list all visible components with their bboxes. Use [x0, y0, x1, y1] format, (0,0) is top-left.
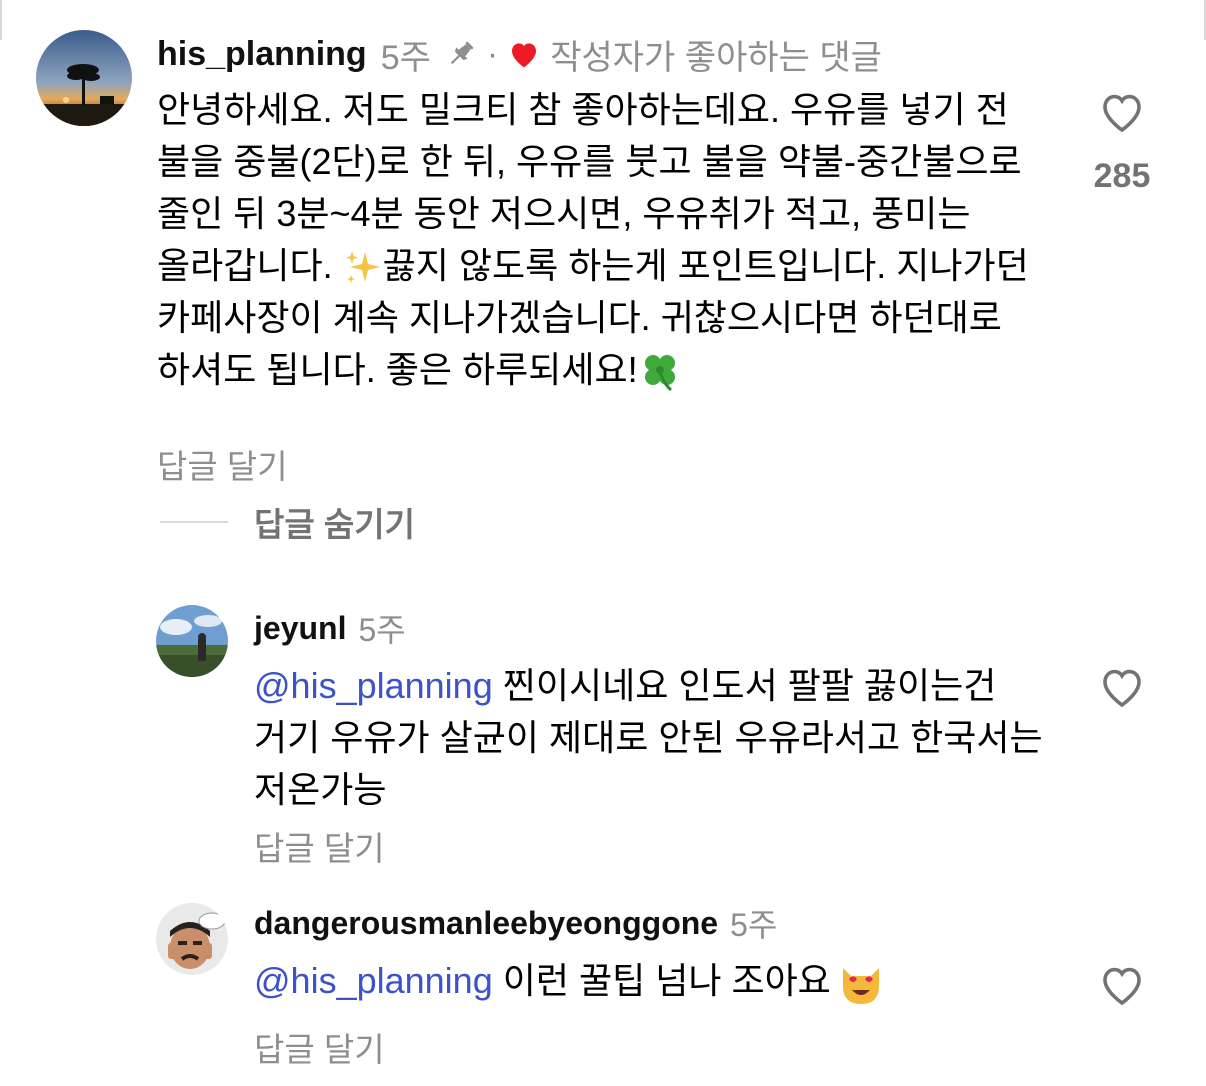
pin-icon [445, 38, 477, 70]
reply-body: @his_planning 찐이시네요 인도서 팔팔 끓이는건 거기 우유가 살… [254, 660, 1044, 816]
heart-eyes-cat-emoji-icon [837, 960, 885, 1006]
reply-header: jeyunl 5주 [254, 608, 406, 649]
reply-username[interactable]: jeyunl [254, 610, 346, 647]
like-heart-icon[interactable] [1098, 90, 1146, 134]
creator-liked-label: 작성자가 좋아하는 댓글 [550, 38, 882, 77]
sparkles-emoji-icon [343, 248, 383, 288]
mention-link[interactable]: @his_planning [254, 665, 493, 706]
reply-header: dangerousmanleebyeonggone 5주 [254, 903, 778, 944]
reply-button[interactable]: 답글 달기 [254, 822, 385, 870]
comment-header: his_planning 5주 · 작성자가 좋아하는 댓글 [157, 34, 882, 77]
avatar[interactable] [156, 903, 228, 975]
clover-emoji-icon [638, 350, 682, 394]
like-heart-icon[interactable] [1098, 665, 1146, 709]
reply-time: 5주 [730, 907, 778, 943]
hide-replies-label: 답글 숨기기 [254, 506, 415, 543]
avatar[interactable] [156, 605, 228, 677]
comment-time: 5주 [380, 38, 431, 77]
reply-body: @his_planning 이런 꿀팁 넘나 조아요 [254, 955, 1044, 1007]
like-heart-icon[interactable] [1098, 963, 1146, 1007]
hide-replies-divider [160, 521, 228, 523]
creator-liked-heart-icon [508, 39, 540, 69]
comment-body: 안녕하세요. 저도 밀크티 참 좋아하는데요. 우유를 넣기 전 불을 중불(2… [157, 84, 1037, 396]
mention-link[interactable]: @his_planning [254, 960, 493, 1001]
reply-time: 5주 [358, 612, 406, 648]
frame-edge-left [0, 0, 2, 40]
avatar[interactable] [36, 30, 132, 126]
reply-button[interactable]: 답글 달기 [157, 440, 288, 488]
header-separator: · [486, 34, 499, 73]
like-count: 285 [1093, 157, 1151, 195]
reply-button[interactable]: 답글 달기 [254, 1023, 385, 1071]
reply-username[interactable]: dangerousmanleebyeonggone [254, 905, 718, 942]
comment-username[interactable]: his_planning [157, 35, 367, 74]
reply-text: 이런 꿀팁 넘나 조아요 [492, 960, 831, 1001]
hide-replies-button[interactable]: 답글 숨기기 [160, 498, 415, 546]
